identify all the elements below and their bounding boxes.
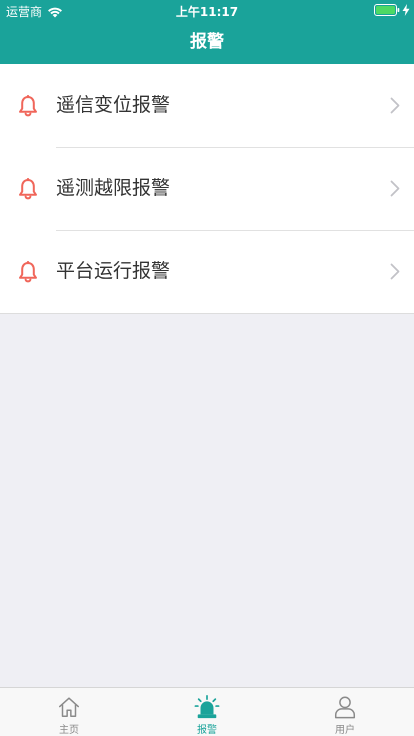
page-title: 报警 (190, 32, 224, 52)
chevron-right-icon (390, 97, 400, 114)
battery-indicator (374, 4, 410, 16)
tab-bar: 主页 报警 用户 (0, 687, 414, 736)
alarm-item-label: 遥测越限报警 (56, 177, 171, 199)
bell-icon (19, 178, 37, 200)
chevron-right-icon (390, 263, 400, 280)
top-bar: 运营商 上午11:17 报警 (0, 0, 414, 64)
bell-icon (19, 261, 37, 283)
battery-icon (374, 4, 400, 16)
siren-icon (194, 695, 220, 719)
alarm-item-label: 遥信变位报警 (56, 94, 171, 116)
alarm-item-remote-measurement[interactable]: 遥测越限报警 (0, 147, 414, 230)
tab-label: 用户 (335, 725, 355, 736)
alarm-item-platform-operation[interactable]: 平台运行报警 (0, 230, 414, 313)
home-icon (58, 697, 80, 718)
alarm-item-label: 平台运行报警 (56, 260, 171, 282)
tab-home[interactable]: 主页 (0, 688, 138, 736)
alarm-item-remote-signal[interactable]: 遥信变位报警 (0, 64, 414, 147)
alarm-list: 遥信变位报警 遥测越限报警 平台运行报警 (0, 64, 414, 314)
charging-bolt-icon (402, 4, 410, 16)
chevron-right-icon (390, 180, 400, 197)
status-bar: 运营商 上午11:17 (0, 0, 414, 20)
tab-label: 主页 (59, 725, 79, 736)
tab-label: 报警 (197, 725, 217, 736)
bell-icon (19, 95, 37, 117)
tab-user[interactable]: 用户 (276, 688, 414, 736)
user-icon (334, 696, 356, 719)
status-time: 上午11:17 (175, 5, 239, 19)
tab-alarm[interactable]: 报警 (138, 688, 276, 736)
